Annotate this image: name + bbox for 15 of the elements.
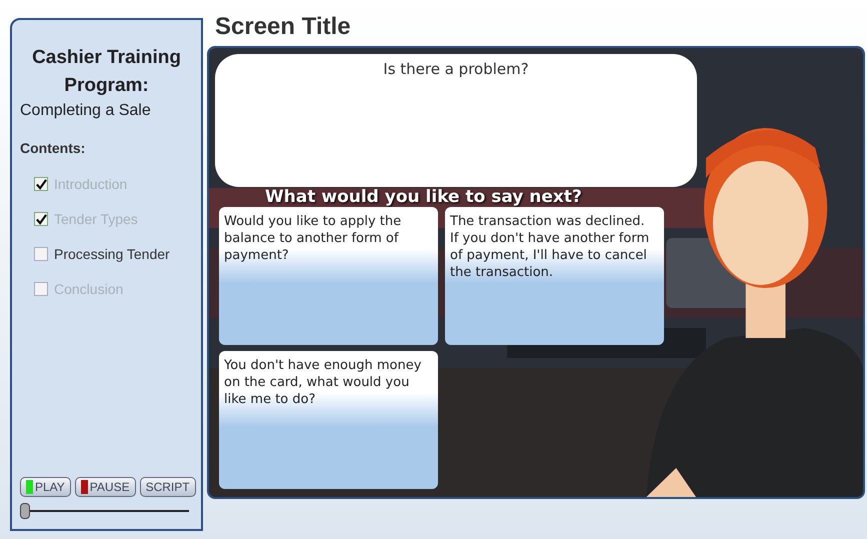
slider-thumb[interactable]: [20, 503, 30, 519]
prompt-heading: What would you like to say next?: [265, 187, 583, 207]
course-subtitle: Completing a Sale: [20, 102, 152, 120]
control-button[interactable]: PLAY: [20, 477, 71, 497]
checkbox[interactable]: [34, 247, 48, 261]
answer-option[interactable]: The transaction was declined. If you don't have another form of payment, I'll have to cancel the transaction.: [445, 207, 664, 345]
contents-item[interactable]: Processing Tender: [54, 246, 170, 262]
answer-option[interactable]: Would you like to apply the balance to another form of payment?: [219, 207, 438, 345]
course-title: Cashier Training Program:: [31, 46, 182, 98]
contents-label: Contents:: [20, 140, 86, 156]
speech-bubble: Is there a problem?: [215, 54, 697, 187]
screen-title: Screen Title: [215, 12, 352, 42]
control-button[interactable]: SCRIPT: [140, 477, 196, 497]
answer-option[interactable]: You don't have enough money on the card, what would you like me to do?: [219, 351, 438, 489]
control-button[interactable]: PAUSE: [74, 477, 136, 497]
